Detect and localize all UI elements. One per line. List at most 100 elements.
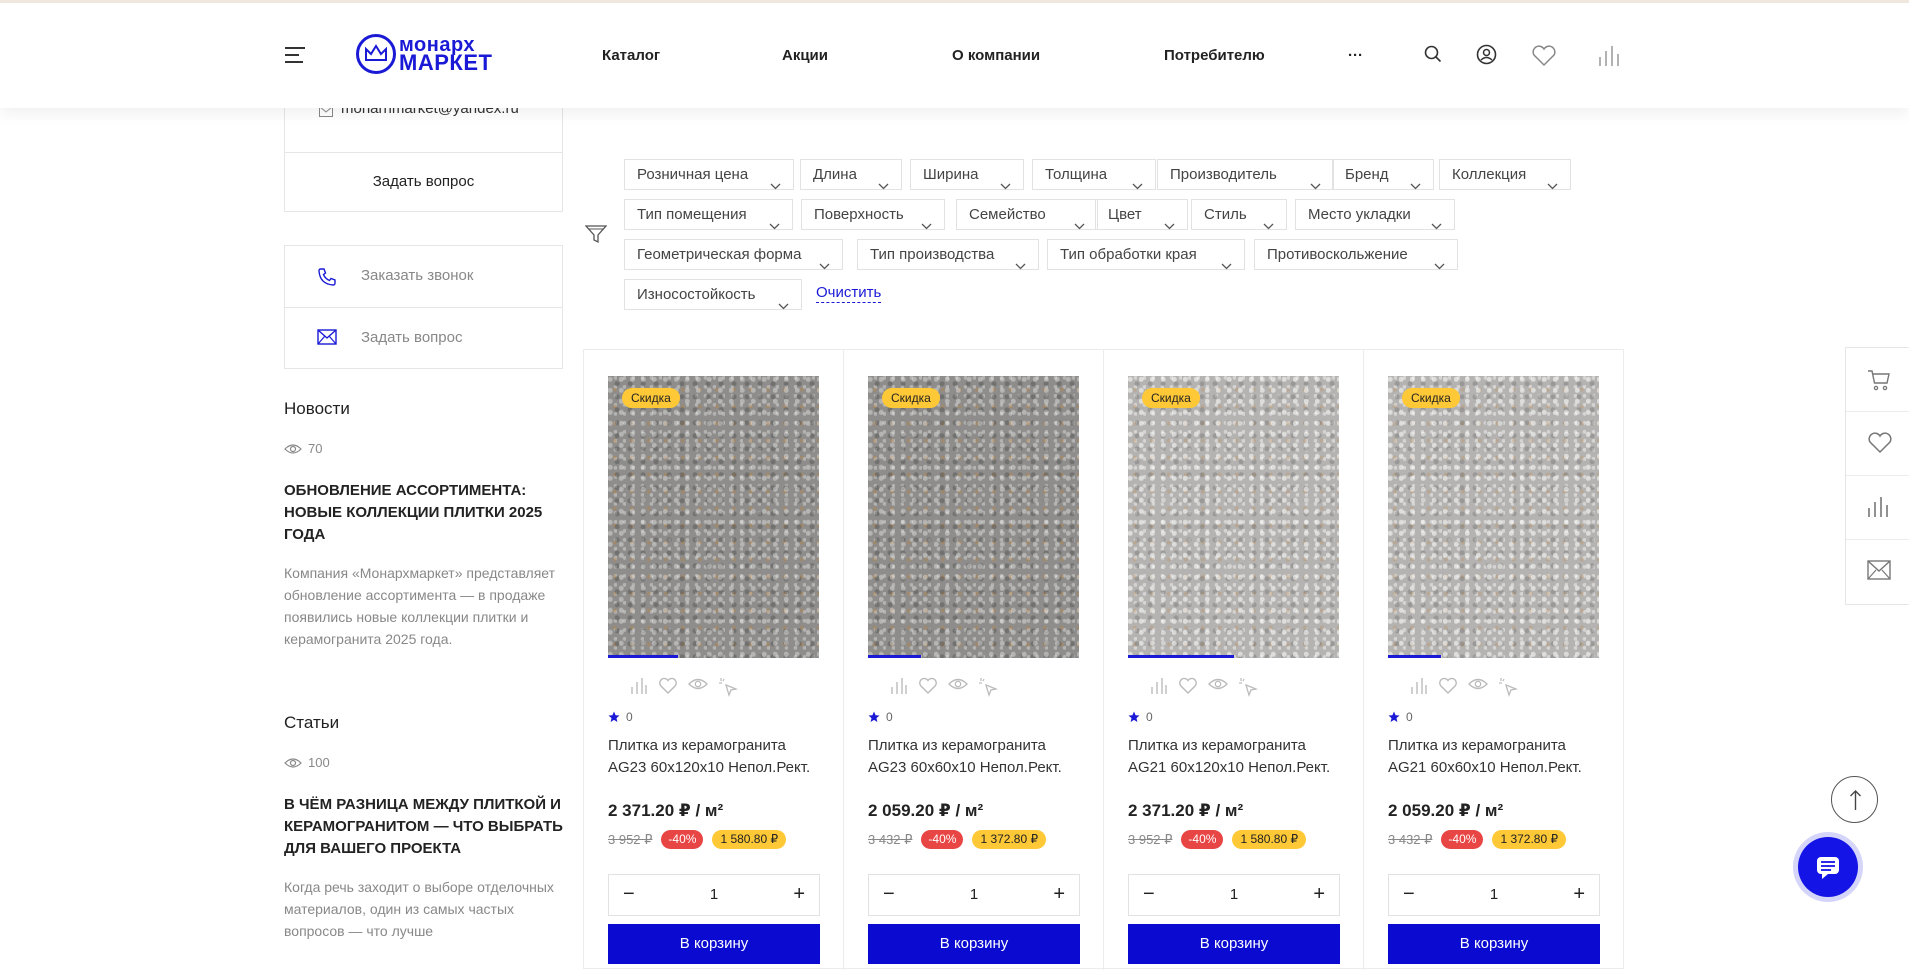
heart-icon[interactable] xyxy=(918,677,938,702)
heart-icon[interactable] xyxy=(1531,45,1557,72)
product-name[interactable]: Плитка из керамогранита AG21 60x60x10 Не… xyxy=(1388,735,1600,779)
compare-icon[interactable] xyxy=(1410,677,1428,702)
product-image[interactable]: Скидка xyxy=(608,376,819,658)
filter-dropdown[interactable]: Производитель xyxy=(1157,159,1334,190)
filter-icon[interactable] xyxy=(584,224,608,249)
compare-icon[interactable] xyxy=(630,677,648,702)
menu-burger-icon[interactable] xyxy=(285,47,307,68)
product-actions xyxy=(630,677,739,702)
filter-dropdown[interactable]: Противоскольжение xyxy=(1254,239,1458,270)
chevron-down-icon xyxy=(921,211,932,240)
product-name[interactable]: Плитка из керамогранита AG23 60x60x10 Не… xyxy=(868,735,1080,779)
product-name[interactable]: Плитка из керамогранита AG23 60x120x10 Н… xyxy=(608,735,820,779)
quantity-value[interactable]: 1 xyxy=(1389,886,1599,903)
filter-dropdown[interactable]: Геометрическая форма xyxy=(624,239,843,270)
filter-dropdown[interactable]: Коллекция xyxy=(1439,159,1571,190)
filter-label: Розничная цена xyxy=(637,166,749,183)
quantity-value[interactable]: 1 xyxy=(1129,886,1339,903)
quick-view-icon[interactable] xyxy=(718,677,739,702)
side-cart-button[interactable] xyxy=(1846,348,1909,412)
heart-icon[interactable] xyxy=(658,677,678,702)
product-image[interactable]: Скидка xyxy=(868,376,1079,658)
nav-consumer[interactable]: Потребителю xyxy=(1164,47,1265,64)
increase-button[interactable]: + xyxy=(793,883,805,906)
product-card: Скидка 0 Плитка из керамогранита AG21 60… xyxy=(1104,350,1364,970)
nav-about[interactable]: О компании xyxy=(952,47,1040,64)
saving-amount: 1 580.80 ₽ xyxy=(1232,830,1307,849)
eye-icon[interactable] xyxy=(1468,677,1488,702)
chevron-down-icon xyxy=(819,251,830,280)
quantity-value[interactable]: 1 xyxy=(609,886,819,903)
nav-more[interactable]: ··· xyxy=(1348,47,1363,64)
clear-filters-link[interactable]: Очистить xyxy=(816,284,882,303)
add-to-cart-button[interactable]: В корзину xyxy=(608,924,820,964)
quick-view-icon[interactable] xyxy=(1498,677,1519,702)
product-actions xyxy=(1150,677,1259,702)
star-icon xyxy=(608,711,620,722)
product-name[interactable]: Плитка из керамогранита AG21 60x120x10 Н… xyxy=(1128,735,1340,779)
eye-icon[interactable] xyxy=(1208,677,1228,702)
add-to-cart-button[interactable]: В корзину xyxy=(1388,924,1600,964)
side-favorites-button[interactable] xyxy=(1846,412,1909,476)
news-heading[interactable]: Новости xyxy=(284,399,574,419)
saving-amount: 1 580.80 ₽ xyxy=(712,830,787,849)
discount-badge: Скидка xyxy=(1402,388,1460,408)
order-call-label: Заказать звонок xyxy=(361,267,474,284)
filter-dropdown[interactable]: Тип обработки края xyxy=(1047,239,1245,270)
filter-dropdown[interactable]: Толщина xyxy=(1032,159,1156,190)
order-call-button[interactable]: Заказать звонок xyxy=(285,246,562,307)
compare-icon[interactable] xyxy=(1598,45,1620,72)
chat-button[interactable] xyxy=(1798,837,1858,897)
quick-view-icon[interactable] xyxy=(978,677,999,702)
side-compare-button[interactable] xyxy=(1846,476,1909,540)
article-title[interactable]: В ЧЁМ РАЗНИЦА МЕЖДУ ПЛИТКОЙ И КЕРАМОГРАН… xyxy=(284,794,564,860)
logo[interactable]: МОНАРХ МАРКЕТ xyxy=(356,34,492,74)
filter-dropdown[interactable]: Ширина xyxy=(910,159,1024,190)
filter-dropdown[interactable]: Тип помещения xyxy=(624,199,793,230)
quantity-stepper: − 1 + xyxy=(868,874,1080,916)
product-price: 2 371.20 ₽ / м² xyxy=(1128,801,1244,820)
filter-label: Производитель xyxy=(1170,166,1277,183)
eye-icon[interactable] xyxy=(688,677,708,702)
compare-icon[interactable] xyxy=(890,677,908,702)
filter-dropdown[interactable]: Цвет xyxy=(1095,199,1188,230)
heart-icon[interactable] xyxy=(1438,677,1458,702)
eye-icon[interactable] xyxy=(948,677,968,702)
increase-button[interactable]: + xyxy=(1313,883,1325,906)
heart-icon[interactable] xyxy=(1178,677,1198,702)
add-to-cart-button[interactable]: В корзину xyxy=(1128,924,1340,964)
ask-question-button[interactable]: Задать вопрос xyxy=(285,153,562,211)
search-icon[interactable] xyxy=(1424,45,1442,68)
filter-dropdown[interactable]: Износостойкость xyxy=(624,279,802,310)
nav-promotions[interactable]: Акции xyxy=(782,47,828,64)
saving-amount: 1 372.80 ₽ xyxy=(972,830,1047,849)
news-text: Компания «Монархмаркет» представляет обн… xyxy=(284,565,556,647)
chevron-down-icon xyxy=(1310,171,1321,200)
filter-dropdown[interactable]: Розничная цена xyxy=(624,159,794,190)
product-image[interactable]: Скидка xyxy=(1128,376,1339,658)
nav-catalog[interactable]: Каталог xyxy=(602,47,660,64)
filter-dropdown[interactable]: Длина xyxy=(800,159,902,190)
quick-view-icon[interactable] xyxy=(1238,677,1259,702)
filter-dropdown[interactable]: Тип производства xyxy=(857,239,1039,270)
side-mail-button[interactable] xyxy=(1846,540,1909,604)
compare-icon[interactable] xyxy=(1150,677,1168,702)
filter-label: Поверхность xyxy=(814,206,904,223)
add-to-cart-button[interactable]: В корзину xyxy=(868,924,1080,964)
filter-dropdown[interactable]: Стиль xyxy=(1191,199,1287,230)
ask-question-link[interactable]: Задать вопрос xyxy=(285,307,562,368)
articles-heading[interactable]: Статьи xyxy=(284,713,574,733)
filter-dropdown[interactable]: Семейство xyxy=(956,199,1098,230)
user-icon[interactable] xyxy=(1476,44,1497,70)
scroll-to-top-button[interactable] xyxy=(1831,776,1878,823)
increase-button[interactable]: + xyxy=(1053,883,1065,906)
filter-dropdown[interactable]: Бренд xyxy=(1332,159,1434,190)
quantity-value[interactable]: 1 xyxy=(869,886,1079,903)
filter-label: Тип помещения xyxy=(637,206,747,223)
increase-button[interactable]: + xyxy=(1573,883,1585,906)
filter-dropdown[interactable]: Место укладки xyxy=(1295,199,1455,230)
filter-dropdown[interactable]: Поверхность xyxy=(801,199,945,230)
product-name-line2: AG23 60x120x10 Непол.Рект. xyxy=(608,759,811,776)
product-image[interactable]: Скидка xyxy=(1388,376,1599,658)
news-title[interactable]: ОБНОВЛЕНИЕ АССОРТИМЕНТА: НОВЫЕ КОЛЛЕКЦИИ… xyxy=(284,480,564,546)
